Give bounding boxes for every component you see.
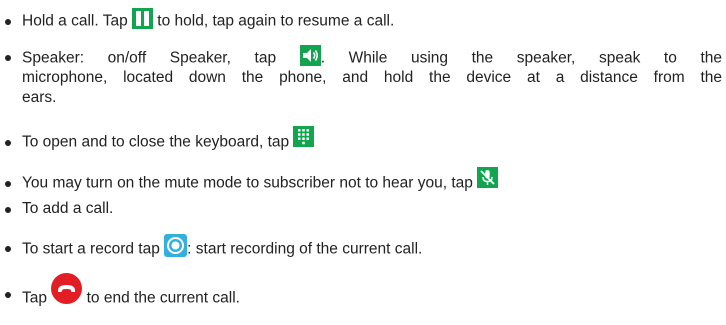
list-item-record: To start a record tap : start recording … <box>0 226 726 258</box>
list-item-text: To open and to close the keyboard, tap <box>22 126 315 153</box>
bullet <box>5 292 11 298</box>
text-line: microphone, located down the phone, and … <box>22 69 722 86</box>
speaker-icon <box>299 45 321 66</box>
item-text-before: Speaker: on/off Speaker, tap <box>22 49 300 67</box>
bullet <box>5 140 11 146</box>
record-icon <box>164 234 188 257</box>
list-item-text: Hold a call. Tap to hold, tap again to r… <box>22 8 395 32</box>
list-item-text: To start a record tap : start recording … <box>22 234 423 261</box>
list-item-hold: Hold a call. Tap to hold, tap again to r… <box>0 7 726 35</box>
bullet <box>5 19 11 25</box>
item-text-after: to end the current call. <box>82 289 240 307</box>
list-item-end-call: Tap to end the current call. <box>0 265 726 307</box>
list-item-text: To add a call. <box>22 200 114 217</box>
item-text-before: Hold a call. Tap <box>22 12 132 30</box>
mute-mic-icon <box>477 167 499 188</box>
list-item-text: You may turn on the mute mode to subscri… <box>22 167 499 194</box>
item-text-before: To start a record tap <box>22 240 165 258</box>
bullet <box>5 207 11 213</box>
item-text-before: To open and to close the keyboard, tap <box>22 133 294 151</box>
item-text-before: Tap <box>22 289 52 307</box>
list-item-keypad: To open and to close the keyboard, tap <box>0 124 726 154</box>
list-item-text: Tap to end the current call. <box>22 273 240 314</box>
text-line: ears. <box>22 89 57 106</box>
pause-icon <box>132 8 153 29</box>
end-call-icon <box>51 273 83 304</box>
item-text-before: You may turn on the mute mode to subscri… <box>22 174 478 192</box>
bullet <box>5 246 11 252</box>
list-item-speaker: Speaker: on/off Speaker, tap . While usi… <box>0 44 726 114</box>
list-item-add-call: To add a call. <box>0 196 726 220</box>
item-text-after: to hold, tap again to resume a call. <box>153 12 395 30</box>
text-line: Speaker: on/off Speaker, tap . While usi… <box>22 45 722 68</box>
bullet <box>5 181 11 187</box>
bullet <box>5 55 11 61</box>
item-text-after: . While using the speaker, speak to the <box>320 49 722 67</box>
list-item-text: Speaker: on/off Speaker, tap . While usi… <box>22 45 722 108</box>
keypad-icon <box>293 126 315 147</box>
list-item-mute: You may turn on the mute mode to subscri… <box>0 165 726 193</box>
item-text-after: : start recording of the current call. <box>187 240 423 258</box>
